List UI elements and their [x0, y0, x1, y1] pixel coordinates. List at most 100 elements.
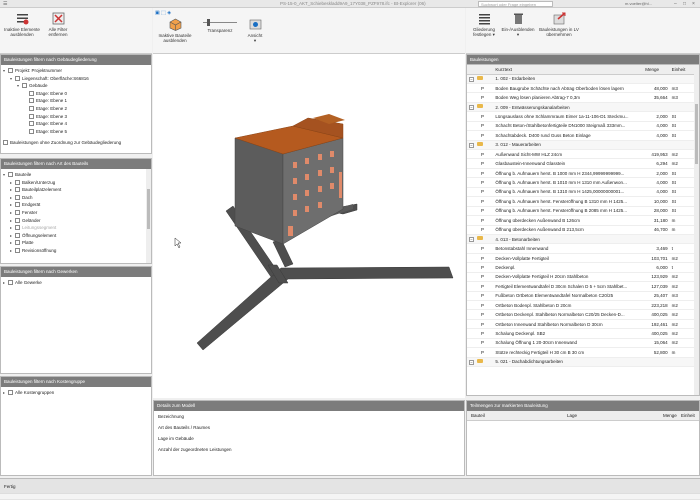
checkbox-icon[interactable] [8, 280, 13, 285]
checkbox-icon[interactable] [15, 75, 20, 81]
service-row[interactable]: P Öffnung b. Aufmauern herst. Fensteröffn… [467, 196, 699, 207]
tree-node[interactable]: ▸ Fenster [3, 209, 149, 217]
set-outline-button[interactable]: Gliederung festlegen ▾ [468, 8, 500, 37]
tree-node[interactable]: Etage: Ebene 5 [3, 128, 149, 136]
checkbox-icon[interactable] [29, 98, 34, 104]
collapse-icon[interactable]: − [469, 105, 474, 111]
service-row[interactable]: P Öffnung b. Aufmauern herst. B 1310 mm H… [467, 187, 699, 198]
service-row[interactable]: P Betonstabstahl Innenwand 3,469 t [467, 243, 699, 254]
tree-node[interactable]: ▸ Platte [3, 239, 149, 247]
checkbox-icon[interactable] [15, 209, 20, 215]
row-marker[interactable]: P [467, 347, 494, 358]
column-header-shorttext[interactable]: Kurztext [493, 65, 644, 75]
service-row[interactable]: P Öffnung überdecken Außenwand B 213,5cm 4… [467, 225, 699, 235]
service-group-row[interactable]: − 2. 009 - Entwässerungskanalarbeiten [467, 102, 699, 113]
app-menu-icon[interactable]: ☰ [3, 1, 7, 7]
model-viewport[interactable] [153, 54, 465, 398]
search-input[interactable]: Suchwort oder Frage eingeben [478, 1, 553, 7]
service-group-row[interactable]: − 4. 013 - Betonarbeiten [467, 234, 699, 245]
checkbox-icon[interactable] [15, 232, 20, 238]
service-group-row[interactable]: − 1. 002 - Erdarbeiten [467, 74, 699, 84]
service-row[interactable]: P Schachtabdeck. D400 rund Guss Beton Ein… [467, 130, 699, 141]
service-row[interactable]: P Öffnung b. Aufmauern herst. B 1000 mm H… [467, 168, 699, 179]
building-3d-model[interactable] [153, 54, 465, 398]
tree-node[interactable]: ▸ Bauteilplatzelement [3, 186, 149, 194]
checkbox-icon[interactable] [8, 68, 13, 73]
row-marker[interactable]: P [467, 319, 494, 330]
tree-node[interactable]: ▸ Endgerät [3, 201, 149, 209]
service-row[interactable]: P Stütze rechteckig Fertigteil H 30 cm B … [467, 347, 699, 358]
service-row[interactable]: P Deckenpl. 6,000 t [467, 262, 699, 273]
tree-node[interactable]: ▸ Dach [3, 194, 149, 202]
service-row[interactable]: P Außenwand Sicht-MW HLZ 24cm 419,953 m2 [467, 149, 699, 160]
show-hide-button[interactable]: Ein-/Ausblenden ▾ [500, 8, 536, 37]
row-marker[interactable]: P [467, 272, 494, 283]
minimize-icon[interactable]: – [674, 1, 677, 7]
checkbox-icon[interactable] [29, 121, 34, 127]
service-row[interactable]: P Decken-Vollplatte Fertigteil 103,701 m2 [467, 253, 699, 264]
row-marker[interactable]: − [467, 234, 494, 245]
column-header-unit[interactable]: Einheit [681, 411, 695, 421]
tree-node[interactable]: ▸ Öffnungselement [3, 232, 149, 240]
service-group-row[interactable]: − 3. 012 - Mauerarbeiten [467, 140, 699, 151]
service-row[interactable]: P Boden Baugrube Schächte nach Abtrag Obe… [467, 83, 699, 94]
service-row[interactable]: P Fertigteil Elementwandtafel D 30cm Scha… [467, 281, 699, 292]
service-row[interactable]: P Öffnung b. Aufmauern herst. B 1010 mm H… [467, 177, 699, 188]
checkbox-icon[interactable] [15, 225, 20, 231]
row-marker[interactable]: P [467, 262, 494, 273]
checkbox-icon[interactable] [15, 187, 20, 193]
view-button[interactable]: Ansicht ▾ [243, 14, 267, 43]
checkbox-icon[interactable] [29, 113, 34, 119]
service-row[interactable]: P Schalung Deckenpl. SB2 400,025 m2 [467, 328, 699, 339]
row-marker[interactable]: P [467, 158, 494, 169]
row-marker[interactable]: P [467, 111, 494, 122]
service-row[interactable]: P Decken-Vollplatte Fertigteil H 20cm Sta… [467, 272, 699, 283]
column-header-quantity[interactable]: Menge [663, 411, 677, 421]
row-marker[interactable]: P [467, 149, 494, 160]
tree-node[interactable]: Etage: Ebene 2 [3, 105, 149, 113]
row-marker[interactable]: P [467, 291, 494, 302]
checkbox-icon[interactable] [15, 247, 20, 253]
part-type-scrollbar[interactable] [146, 169, 151, 263]
row-marker[interactable]: P [467, 121, 494, 132]
row-marker[interactable]: P [467, 196, 494, 207]
service-row[interactable]: P Glasbaustein-Innenwand Glasstein 6,294 m2 [467, 158, 699, 169]
trade-item-all[interactable]: ▸ Alle Gewerke [3, 279, 149, 287]
service-group-row[interactable]: − 5. 021 - Dachabdichtungsarbeiten [467, 357, 699, 368]
checkbox-icon[interactable] [29, 105, 34, 111]
transparency-slider-handle[interactable] [207, 19, 210, 26]
user-name[interactable]: m.voelter@hl... [625, 1, 652, 6]
column-header-quantity[interactable]: Menge [643, 65, 670, 75]
remove-all-filters-button[interactable]: Alle Filter entfernen [40, 8, 76, 37]
service-row[interactable]: P Öffnung b. Aufmauern herst. Fensteröffn… [467, 206, 699, 217]
checkbox-icon[interactable] [15, 194, 20, 200]
services-scrollbar-thumb[interactable] [695, 104, 698, 164]
services-scrollbar[interactable] [694, 74, 699, 395]
service-row[interactable]: P Ortbeton Innenwand Stahlbeton Normalbet… [467, 319, 699, 330]
column-header-part[interactable]: Bauteil [471, 411, 485, 421]
service-row[interactable]: P Ortbeton Bodenpl. Stahlbeton D 20cm 223,… [467, 300, 699, 311]
tree-node[interactable]: Etage: Ebene 3 [3, 113, 149, 121]
tree-node[interactable]: ▾ Gebäude [3, 82, 149, 90]
column-header-unit[interactable]: Einheit [669, 65, 699, 75]
hide-inactive-parts-button[interactable]: Inaktive Bauteile ausblenden [155, 14, 195, 43]
part-type-scrollbar-thumb[interactable] [147, 189, 150, 229]
tree-node[interactable]: ▸ Revisionsöffnung [3, 247, 149, 255]
row-marker[interactable]: P [467, 92, 494, 103]
service-row[interactable]: P Lüngsauslass ohne Schlammraum Eimer 1a-… [467, 111, 699, 122]
tree-node[interactable]: ▸ Geländer [3, 217, 149, 225]
service-row[interactable]: P Schalung Öffnung 1 20-30cm Innenwand 15,… [467, 338, 699, 349]
service-row[interactable]: P Boden Weg lösen planieren Abtrag-7 0,3m… [467, 92, 699, 103]
tree-node[interactable]: ▾ Projekt: Projektnummer [3, 67, 149, 75]
row-marker[interactable]: − [467, 102, 494, 113]
row-marker[interactable]: P [467, 309, 494, 320]
checkbox-icon[interactable] [15, 217, 20, 223]
row-marker[interactable]: P [467, 215, 494, 226]
row-marker[interactable]: P [467, 243, 494, 254]
service-row[interactable]: P Öffnung überdecken Außenwand B 126cm 31,… [467, 215, 699, 226]
cost-group-item-all[interactable]: ▸ Alle Kostengruppen [3, 389, 149, 397]
row-marker[interactable]: P [467, 177, 494, 188]
hide-inactive-elements-button[interactable]: Inaktive Elemente ausblenden [2, 8, 42, 37]
checkbox-icon[interactable] [8, 390, 13, 395]
column-header-location[interactable]: Lage [567, 411, 577, 421]
